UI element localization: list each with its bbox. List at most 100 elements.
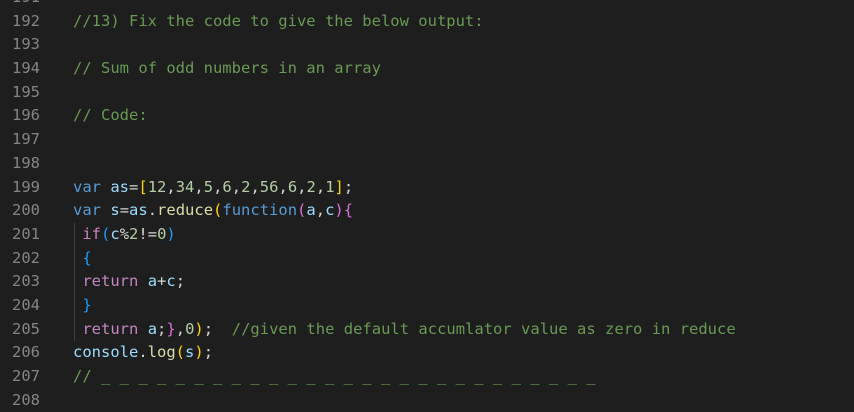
- code-token: ,: [175, 319, 186, 338]
- code-token: // _ _ _ _ _ _ _ _ _ _ _ _ _ _ _ _ _ _ _…: [73, 367, 596, 385]
- code-token: // Sum of odd numbers in an array: [73, 59, 381, 78]
- code-token: //given the default accumlator value as …: [231, 319, 736, 338]
- code-line[interactable]: 199 var as=[12,34,5,6,2,56,6,2,1];: [0, 176, 854, 200]
- code-line[interactable]: 196 // Code:: [0, 104, 854, 128]
- code-token: 5: [203, 177, 214, 196]
- code-editor[interactable]: 191192 //13) Fix the code to give the bel…: [0, 0, 854, 412]
- code-text[interactable]: return a;},0); //given the default accum…: [73, 318, 854, 342]
- code-token: ;: [157, 319, 167, 338]
- line-number: 194: [12, 59, 40, 78]
- code-token: ,: [250, 177, 260, 196]
- code-token: %: [119, 224, 130, 243]
- code-text[interactable]: {: [73, 247, 854, 271]
- code-token: !=: [138, 224, 158, 243]
- code-token: 6: [222, 177, 232, 196]
- code-line[interactable]: 191: [0, 0, 854, 10]
- code-text[interactable]: var as=[12,34,5,6,2,56,6,2,1];: [73, 176, 854, 200]
- code-token: ;: [203, 319, 214, 338]
- code-line[interactable]: 193: [0, 33, 854, 57]
- code-line[interactable]: 203 return a+c;: [0, 270, 854, 294]
- code-token: c: [166, 272, 176, 291]
- line-number: 196: [12, 106, 40, 125]
- code-token: s: [110, 201, 120, 220]
- code-line[interactable]: 206 console.log(s);: [0, 341, 854, 365]
- code-token: 0: [157, 224, 167, 243]
- code-token: .: [138, 343, 148, 362]
- code-line[interactable]: 205 return a;},0); //given the default a…: [0, 317, 854, 342]
- code-text[interactable]: //13) Fix the code to give the below out…: [73, 10, 854, 34]
- code-line[interactable]: 194 // Sum of odd numbers in an array: [0, 57, 854, 81]
- code-token: (: [213, 201, 223, 220]
- code-token: [: [138, 177, 148, 196]
- code-token: ;: [175, 272, 186, 291]
- code-token: a: [147, 272, 158, 291]
- code-token: ): [334, 201, 344, 220]
- code-token: ;: [203, 343, 214, 362]
- code-token: as: [129, 201, 148, 220]
- code-text[interactable]: // Sum of odd numbers in an array: [73, 57, 854, 81]
- line-number: 201: [12, 224, 40, 243]
- code-token: as: [110, 177, 130, 196]
- line-number: 207: [12, 367, 40, 385]
- code-token: 56: [259, 177, 279, 196]
- code-token: a: [147, 319, 158, 338]
- code-token: +: [157, 272, 167, 291]
- line-number: 191: [0, 0, 40, 10]
- code-token: return: [82, 319, 139, 338]
- code-token: //13) Fix the code to give the below out…: [73, 11, 484, 30]
- code-token: 2: [306, 177, 316, 196]
- code-token: {: [343, 201, 354, 220]
- code-token: var: [73, 177, 101, 196]
- code-token: ,: [194, 177, 204, 196]
- code-token: ,: [315, 201, 326, 220]
- code-token: console: [73, 343, 139, 362]
- code-text[interactable]: var s=as.reduce(function(a,c){: [73, 199, 854, 223]
- line-number: 204: [12, 295, 40, 314]
- code-token: function: [222, 201, 298, 220]
- code-text[interactable]: console.log(s);: [73, 341, 854, 365]
- code-token: ,: [297, 177, 307, 196]
- code-line[interactable]: 204 }: [0, 293, 854, 318]
- code-line[interactable]: 195: [0, 81, 854, 105]
- line-number: 197: [12, 130, 40, 149]
- code-text[interactable]: // Code:: [73, 104, 854, 128]
- line-number: 198: [12, 153, 40, 172]
- code-token: ): [194, 319, 204, 338]
- code-line[interactable]: 202 {: [0, 246, 854, 271]
- code-text[interactable]: // _ _ _ _ _ _ _ _ _ _ _ _ _ _ _ _ _ _ _…: [73, 365, 854, 389]
- code-token: 2: [129, 224, 139, 243]
- line-number: 200: [12, 201, 40, 220]
- code-token: s: [185, 343, 195, 362]
- code-token: // Code:: [73, 106, 148, 125]
- code-line[interactable]: 200 var s=as.reduce(function(a,c){: [0, 199, 854, 223]
- code-token: 1: [325, 177, 335, 196]
- code-token: ,: [231, 177, 242, 196]
- line-number: 202: [12, 248, 40, 267]
- code-token: a: [306, 201, 316, 220]
- code-token: 6: [287, 177, 298, 196]
- code-line[interactable]: 198: [0, 152, 854, 176]
- code-line[interactable]: 207 // _ _ _ _ _ _ _ _ _ _ _ _ _ _ _ _ _ …: [0, 365, 854, 389]
- code-line[interactable]: 201 if(c%2!=0): [0, 222, 854, 247]
- code-text[interactable]: return a+c;: [73, 270, 854, 294]
- line-number: 199: [12, 177, 40, 196]
- code-text[interactable]: }: [73, 294, 854, 318]
- line-number: 205: [12, 319, 40, 338]
- code-line[interactable]: 197: [0, 128, 854, 152]
- code-token: =: [119, 201, 130, 220]
- code-text[interactable]: if(c%2!=0): [73, 223, 854, 247]
- code-token: ]: [334, 177, 344, 196]
- code-line[interactable]: 192 //13) Fix the code to give the below …: [0, 10, 854, 34]
- code-token: c: [110, 224, 120, 243]
- code-token: if: [82, 224, 102, 243]
- code-token: }: [166, 319, 176, 338]
- code-token: ): [166, 224, 176, 243]
